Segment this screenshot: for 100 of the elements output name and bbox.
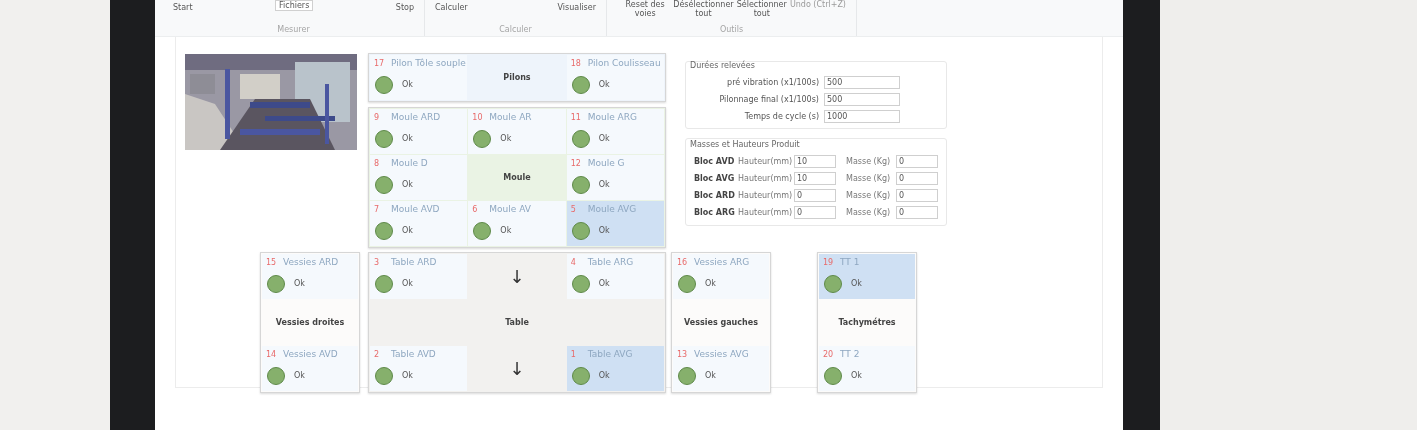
status-indicator-icon	[571, 221, 590, 240]
input-field[interactable]: 10	[794, 172, 836, 185]
panel-title: Durées relevées	[690, 60, 756, 72]
input-field[interactable]: 0	[896, 172, 938, 185]
tile-title: Moule AV	[488, 203, 531, 216]
status-indicator-icon	[571, 129, 590, 148]
status-text: Ok	[598, 224, 610, 237]
input-field[interactable]: 500	[824, 93, 900, 106]
tile-number: 15	[266, 257, 277, 269]
tile-number: 8	[374, 158, 381, 170]
status-indicator-icon	[571, 366, 590, 385]
status-text: Ok	[402, 277, 413, 290]
tile-number: 3	[374, 257, 381, 269]
tile-title: Moule G	[586, 157, 625, 170]
field-label: Masse (Kg)	[846, 155, 892, 168]
status-indicator-icon	[824, 366, 842, 385]
tile-title: Vessies ARD	[282, 256, 339, 269]
field-label: Masse (Kg)	[846, 206, 892, 219]
status-indicator-icon	[267, 274, 285, 293]
ribbon-button[interactable]: Reset des voies	[617, 0, 674, 18]
tile-number: 16	[677, 257, 688, 269]
status-indicator-icon	[473, 221, 492, 240]
sensor-tile[interactable]: 2 Table AVD Ok	[370, 346, 468, 391]
sensor-tile[interactable]: 18 Pilon Coulisseau Ok	[566, 55, 664, 100]
status-indicator-icon	[375, 221, 393, 240]
sensor-tile[interactable]: 19 TT 1 Ok	[819, 254, 915, 299]
ribbon-button[interactable]: Désélectionner tout	[673, 0, 734, 18]
input-field[interactable]: 0	[794, 189, 836, 202]
group-label: Vessies droites	[275, 316, 345, 329]
input-field[interactable]: 0	[794, 206, 836, 219]
tile-number: 9	[374, 112, 381, 124]
sensor-tile[interactable]: 10 Moule AR Ok	[468, 109, 566, 154]
sensor-tile[interactable]: 5 Moule AVG Ok	[566, 201, 664, 246]
tile-number: 6	[472, 204, 479, 216]
sensor-tile[interactable]: 17 Pilon Tôle souple Ok	[370, 55, 468, 100]
tile-title: Moule ARG	[586, 111, 637, 124]
tile-title: Pilon Tôle souple	[390, 57, 466, 70]
bloc-label: Bloc AVG	[694, 172, 736, 185]
ribbon-button[interactable]: Start	[173, 3, 193, 12]
input-field[interactable]: 10	[794, 155, 836, 168]
status-text: Ok	[851, 277, 862, 290]
sensor-tile[interactable]: 8 Moule D Ok	[370, 155, 468, 200]
field-label: Temps de cycle (s)	[744, 110, 819, 123]
status-text: Ok	[294, 369, 305, 382]
tile-title: Table ARG	[586, 256, 634, 269]
group-label: Table	[505, 316, 529, 329]
status-text: Ok	[402, 369, 413, 382]
status-indicator-icon	[473, 129, 492, 148]
sensor-tile[interactable]: 14 Vessies AVD Ok	[262, 346, 358, 391]
sensor-tile[interactable]: 1 Table AVG Ok	[566, 346, 664, 391]
bloc-label: Bloc ARD	[694, 189, 736, 202]
file-dropdown[interactable]: Fichiers	[275, 0, 314, 11]
sensor-tile[interactable]: 3 Table ARD Ok	[370, 254, 468, 299]
input-field[interactable]: 500	[824, 76, 900, 89]
group-label: Pilons	[503, 71, 531, 84]
ribbon-group-label: Mesurer	[276, 25, 311, 35]
sensor-tile[interactable]: 11 Moule ARG Ok	[566, 109, 664, 154]
status-indicator-icon	[375, 366, 393, 385]
status-indicator-icon	[375, 175, 393, 194]
tile-title: TT 2	[839, 348, 860, 361]
ribbon-button[interactable]: Stop	[395, 3, 414, 12]
field-label: Hauteur(mm)	[738, 189, 794, 202]
tile-title: Table ARD	[390, 256, 437, 269]
tile-number: 14	[266, 349, 277, 361]
field-label: pré vibration (x1/100s)	[727, 76, 819, 89]
sensor-tile[interactable]: 20 TT 2 Ok	[819, 346, 915, 391]
status-indicator-icon	[571, 175, 590, 194]
status-indicator-icon	[824, 274, 842, 293]
sensor-tile[interactable]: 15 Vessies ARD Ok	[262, 254, 358, 299]
status-text: Ok	[705, 369, 716, 382]
tile-number: 1	[570, 349, 577, 361]
sensor-tile[interactable]: 7 Moule AVD Ok	[370, 201, 468, 246]
sensor-tile[interactable]: 4 Table ARG Ok	[566, 254, 664, 299]
ribbon-button[interactable]: Calculer	[435, 3, 468, 12]
status-indicator-icon	[267, 366, 285, 385]
ribbon-button[interactable]: Sélectionner tout	[733, 0, 790, 18]
input-field[interactable]: 0	[896, 189, 938, 202]
bloc-label: Bloc ARG	[694, 206, 736, 219]
group-label: Moule	[503, 171, 531, 184]
sensor-tile[interactable]: 16 Vessies ARG Ok	[673, 254, 769, 299]
status-text: Ok	[500, 132, 512, 145]
tile-number: 2	[374, 349, 381, 361]
tile-number: 18	[570, 58, 582, 70]
status-text: Ok	[500, 224, 512, 237]
sensor-tile[interactable]: 13 Vessies AVG Ok	[673, 346, 769, 391]
field-label: Pilonnage final (x1/100s)	[719, 93, 819, 106]
input-field[interactable]: 0	[896, 155, 938, 168]
ribbon-group-label: Calculer	[498, 25, 533, 35]
field-label: Masse (Kg)	[846, 172, 892, 185]
status-text: Ok	[598, 369, 610, 382]
sensor-tile[interactable]: 12 Moule G Ok	[566, 155, 664, 200]
sensor-tile[interactable]: 9 Moule ARD Ok	[370, 109, 468, 154]
tile-number: 20	[823, 349, 834, 361]
panel-title: Masses et Hauteurs Produit	[690, 139, 801, 151]
ribbon-button[interactable]: Visualiser	[557, 3, 596, 12]
input-field[interactable]: 0	[896, 206, 938, 219]
input-field[interactable]: 1000	[824, 110, 900, 123]
status-text: Ok	[402, 78, 413, 91]
sensor-tile[interactable]: 6 Moule AV Ok	[468, 201, 566, 246]
tile-number: 13	[677, 349, 688, 361]
